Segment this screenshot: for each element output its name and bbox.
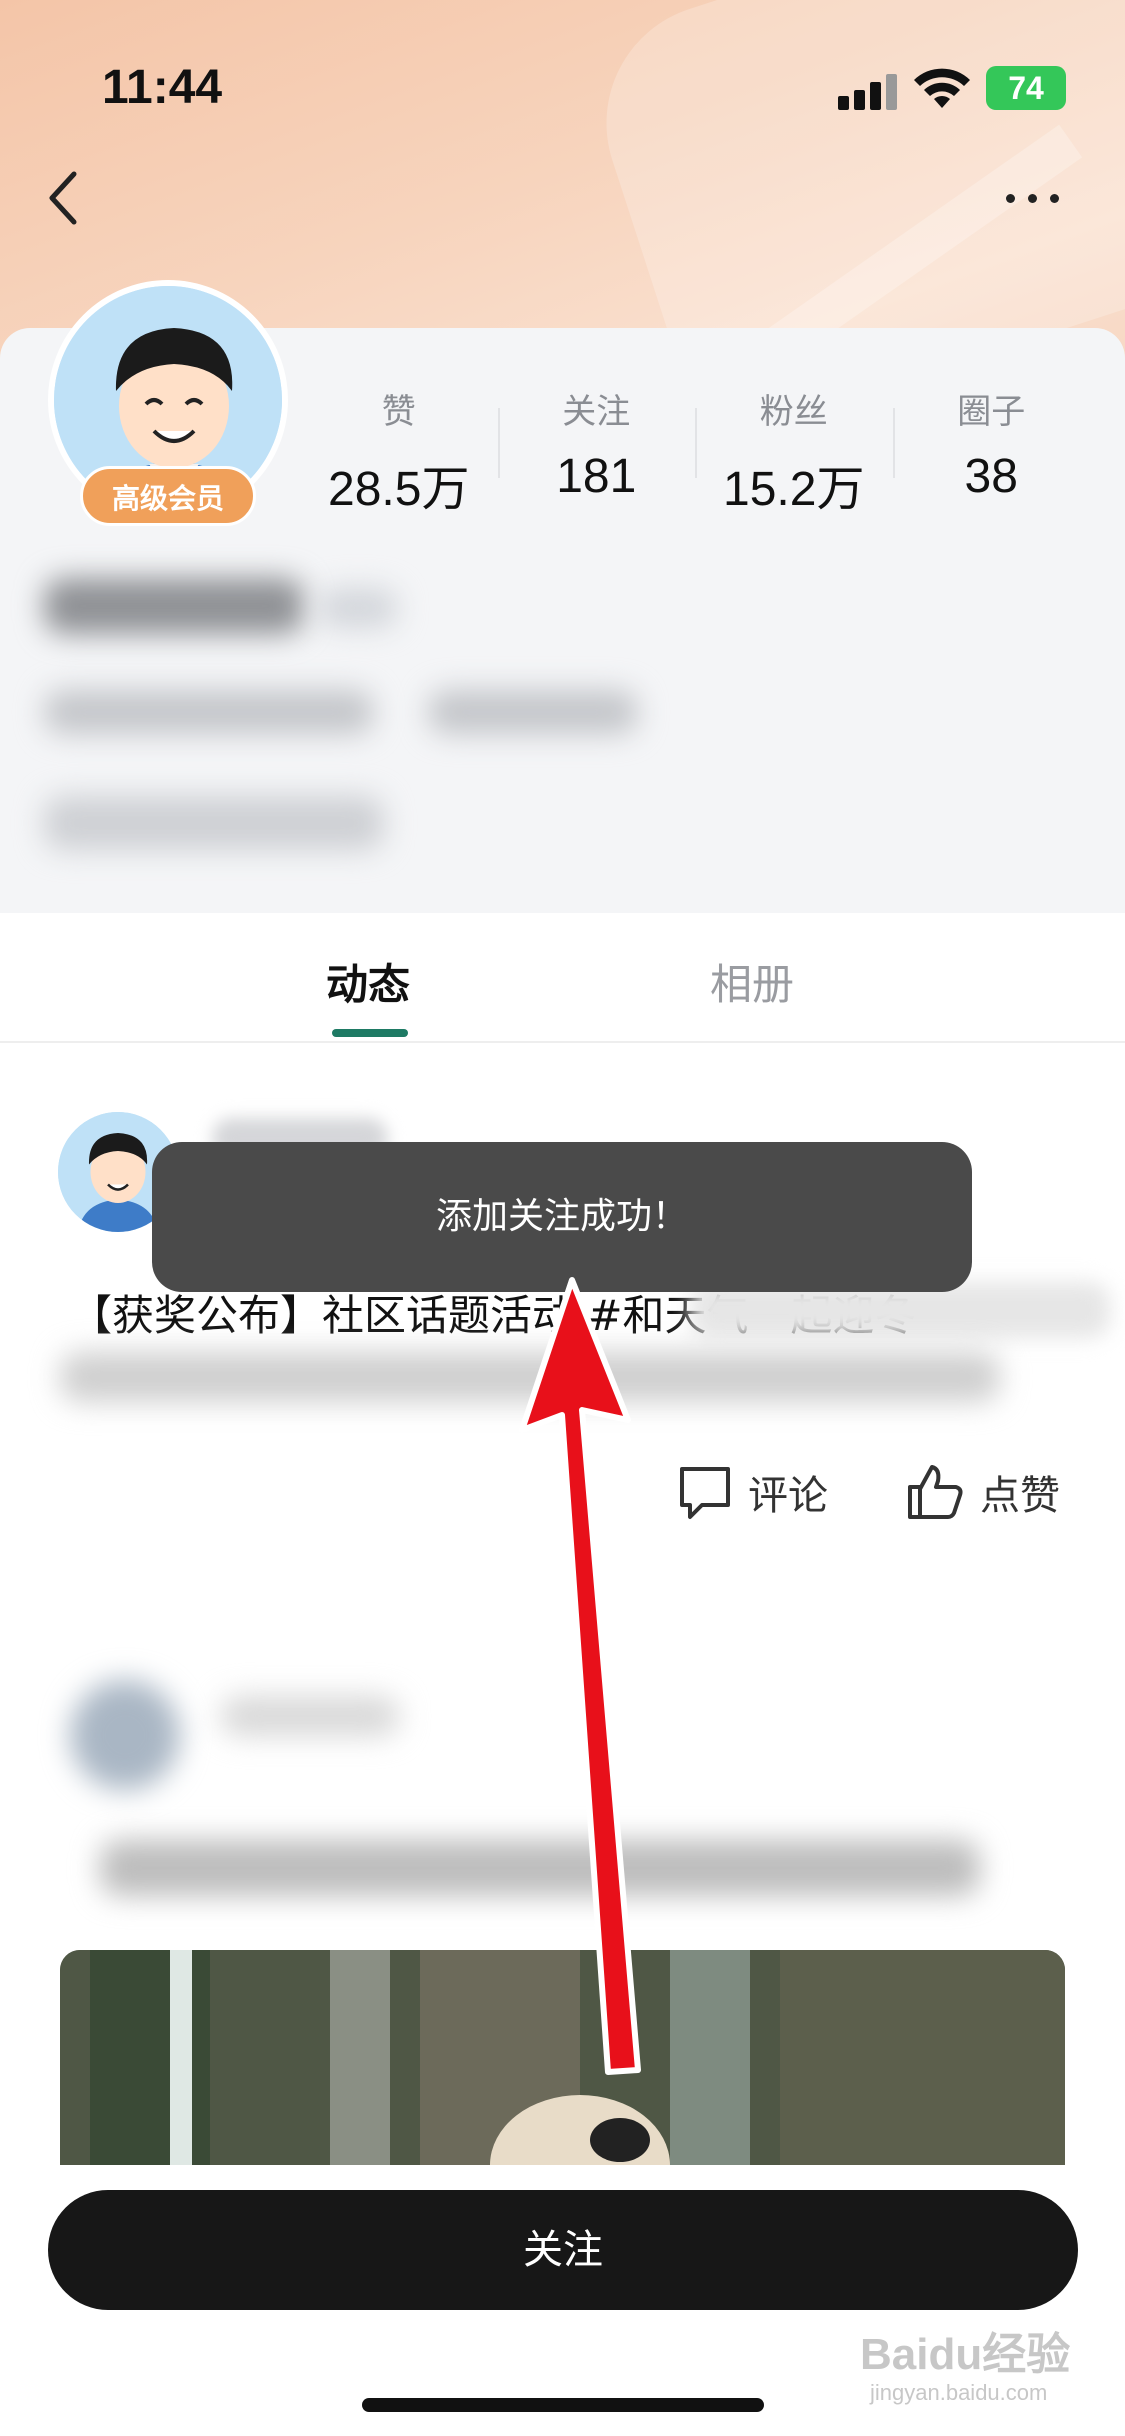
battery-level: 74 [1008,70,1044,106]
chevron-left-icon[interactable] [44,168,84,228]
comment-label: 评论 [748,1473,828,1519]
tab-posts[interactable]: 动态 [326,951,410,1012]
status-bar: 11:44 74 [0,0,1125,160]
blurred-post-author [220,1696,400,1736]
battery-indicator: 74 [986,66,1066,110]
like-button[interactable]: 点赞 [904,1460,1060,1524]
profile-stats: 赞 28.5万 关注 181 粉丝 15.2万 圈子 38 [300,380,1091,516]
stat-label: 关注 [562,392,631,432]
annotation-arrow-icon [519,1277,641,2075]
cellular-signal-icon [838,72,898,110]
wifi-icon [914,68,970,108]
tab-album[interactable]: 相册 [710,951,794,1012]
active-tab-indicator [332,1029,408,1037]
stat-value: 15.2万 [723,463,865,516]
stat-label: 粉丝 [759,392,828,432]
blurred-username [44,578,304,634]
blurred-location [44,796,384,850]
follow-button[interactable]: 关注 [48,2190,1078,2310]
comment-button[interactable]: 评论 [676,1460,828,1524]
baidu-watermark-url: jingyan.baidu.com [870,2380,1048,2405]
thumbs-up-icon [908,1465,963,1519]
stat-value: 181 [556,450,637,503]
stat-likes[interactable]: 赞 28.5万 [300,380,498,516]
more-dots-icon[interactable] [1004,188,1064,208]
stat-circles[interactable]: 圈子 38 [892,380,1091,510]
stat-followers[interactable]: 粉丝 15.2万 [695,380,893,516]
blurred-bio-line [44,690,374,734]
home-indicator[interactable] [362,2398,764,2412]
blurred-username-tag [318,588,398,628]
member-badge: 高级会员 [80,466,256,526]
blurred-bio-line [428,690,638,734]
stat-value: 38 [964,450,1018,503]
stat-label: 圈子 [957,392,1026,432]
baidu-watermark: Baidu经验 [860,2330,1071,2379]
blurred-post-avatar [70,1680,180,1790]
like-label: 点赞 [980,1473,1060,1519]
stat-label: 赞 [381,392,416,432]
stat-following[interactable]: 关注 181 [497,380,696,510]
comment-icon [680,1467,730,1519]
profile-tabs: 动态 相册 [0,913,1125,1043]
status-time: 11:44 [102,61,223,114]
stat-value: 28.5万 [328,463,470,516]
